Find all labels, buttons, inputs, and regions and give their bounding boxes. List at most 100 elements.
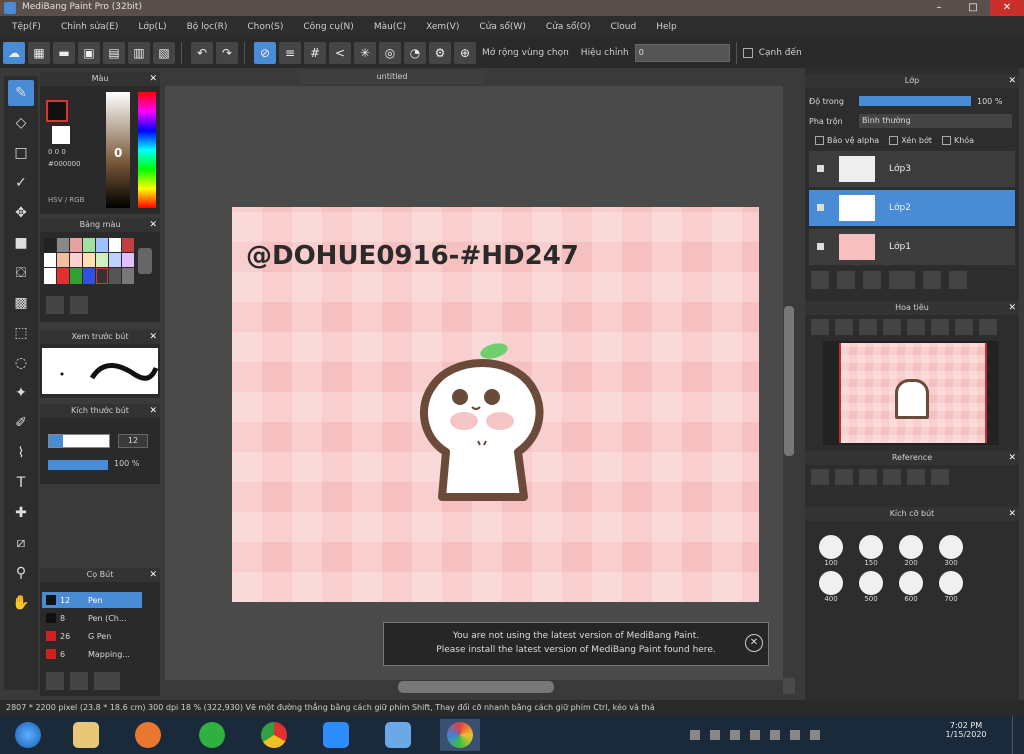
palette-swatch[interactable] [57, 253, 69, 267]
brush-size-cell[interactable]: 600 [891, 571, 931, 603]
taskbar-app[interactable] [316, 719, 356, 751]
image-icon[interactable]: ▣ [78, 42, 100, 64]
brush-size-cell[interactable]: 400 [811, 571, 851, 603]
taskbar-app[interactable] [66, 719, 106, 751]
panel-close-icon[interactable]: ✕ [1008, 74, 1016, 88]
menu-tools[interactable]: Công cụ(N) [303, 22, 353, 32]
reset-rotation-icon[interactable] [979, 319, 997, 335]
layer-opacity-slider[interactable] [859, 96, 971, 106]
zoom-in-icon[interactable] [811, 319, 829, 335]
palette-swatch[interactable] [96, 253, 108, 267]
palette-swatch[interactable] [70, 268, 82, 284]
show-desktop-button[interactable] [1012, 716, 1024, 754]
tray-icon[interactable] [750, 730, 760, 740]
new-layer-icon[interactable] [811, 271, 829, 289]
tray-icon[interactable] [710, 730, 720, 740]
close-button[interactable]: ✕ [990, 0, 1024, 16]
palette-swatch[interactable] [109, 253, 121, 267]
gradient-tool-icon[interactable]: ▩ [8, 290, 34, 316]
tray-icon[interactable] [690, 730, 700, 740]
palette-swatch[interactable] [44, 238, 56, 252]
clipping-checkbox[interactable] [889, 135, 899, 145]
palette-swatch[interactable] [122, 238, 134, 252]
brush-item[interactable]: 8 Pen (Ch... [42, 610, 142, 626]
layer-menu-icon[interactable] [889, 271, 915, 289]
network-icon[interactable] [790, 730, 800, 740]
vanishing-snap-icon[interactable]: < [329, 42, 351, 64]
menu-edit[interactable]: Chỉnh sửa(E) [61, 22, 118, 32]
brush-opacity-slider[interactable] [48, 460, 108, 470]
palette-add-icon[interactable] [46, 296, 64, 314]
taskbar-app[interactable] [378, 719, 418, 751]
palette-swatch[interactable] [83, 268, 95, 284]
rotate-right-icon[interactable] [931, 319, 949, 335]
layer-row[interactable]: Lớp1 [809, 229, 1015, 265]
palette-swatch[interactable] [70, 253, 82, 267]
menu-help[interactable]: Help [656, 22, 677, 32]
move-tool-icon[interactable]: ✥ [8, 200, 34, 226]
merge-layer-icon[interactable] [863, 271, 881, 289]
brush-size-slider[interactable] [48, 434, 110, 448]
text-tool-icon[interactable]: T [8, 470, 34, 496]
start-button[interactable] [8, 719, 48, 751]
color-mode-toggle[interactable]: HSV / RGB [48, 196, 84, 204]
marquee-tool-icon[interactable]: ⬚ [8, 320, 34, 346]
palette-scrollbar[interactable] [138, 248, 152, 274]
folder-icon[interactable] [923, 271, 941, 289]
taskbar-app[interactable] [192, 719, 232, 751]
palette-swatch[interactable] [83, 253, 95, 267]
grid-icon[interactable]: ▤ [103, 42, 125, 64]
layer-blend-select[interactable]: Bình thường [859, 114, 1012, 128]
tray-icon[interactable] [730, 730, 740, 740]
layer-visibility-icon[interactable] [817, 204, 824, 211]
panel-close-icon[interactable]: ✕ [1008, 507, 1016, 521]
panel-close-icon[interactable]: ✕ [149, 330, 157, 344]
correction-select[interactable]: 0 [634, 44, 730, 62]
palette-swatch[interactable] [83, 238, 95, 252]
palette-swatch[interactable] [109, 238, 121, 252]
brush-size-cell[interactable]: 100 [811, 535, 851, 567]
panel-close-icon[interactable]: ✕ [149, 404, 157, 418]
fit-icon[interactable] [859, 319, 877, 335]
operation-tool-icon[interactable]: ✚ [8, 500, 34, 526]
reference-zoom-out-icon[interactable] [931, 469, 949, 485]
bucket-tool-icon[interactable]: ⛋ [8, 260, 34, 286]
hand-tool-icon[interactable]: ✋ [8, 590, 34, 616]
reference-settings-icon[interactable] [811, 469, 829, 485]
snap-checkbox[interactable] [742, 48, 753, 58]
update-notice[interactable]: You are not using the latest version of … [383, 622, 769, 666]
target-icon[interactable]: ⊕ [454, 42, 476, 64]
zoom-out-icon[interactable] [835, 319, 853, 335]
duplicate-layer-icon[interactable] [837, 271, 855, 289]
divide-tool-icon[interactable]: ⧄ [8, 530, 34, 556]
menu-file[interactable]: Tệp(F) [12, 22, 41, 32]
brush-item[interactable]: 12 Pen [42, 592, 142, 608]
eyedropper-tool-icon[interactable]: ⌇ [8, 440, 34, 466]
reference-close-icon[interactable] [859, 469, 877, 485]
palette-swatch[interactable] [57, 268, 69, 284]
dropper-tool-icon[interactable]: ⚲ [8, 560, 34, 586]
undo-icon[interactable]: ↶ [191, 42, 213, 64]
delete-layer-icon[interactable] [949, 271, 967, 289]
settings-icon[interactable]: ⚙ [429, 42, 451, 64]
brush-size-cell[interactable]: 500 [851, 571, 891, 603]
taskbar-app[interactable] [128, 719, 168, 751]
layer-row[interactable]: Lớp2 [809, 190, 1015, 226]
curve-snap-icon[interactable]: ◔ [404, 42, 426, 64]
select-tool-icon[interactable]: ✓ [8, 170, 34, 196]
alpha-protect-checkbox[interactable] [815, 135, 824, 145]
rectangle-tool-icon[interactable]: □ [8, 140, 34, 166]
menu-cloud[interactable]: Cloud [611, 22, 637, 32]
canvas-tab[interactable]: untitled [300, 70, 484, 84]
palette-swatch[interactable] [109, 268, 121, 284]
maximize-button[interactable]: □ [956, 0, 990, 16]
reference-zoom-in-icon[interactable] [883, 469, 901, 485]
lock-checkbox[interactable] [941, 135, 951, 145]
circle-snap-icon[interactable]: ◎ [379, 42, 401, 64]
menu-color[interactable]: Màu(C) [374, 22, 406, 32]
hue-bar[interactable] [138, 92, 156, 208]
palette-swatch[interactable] [44, 268, 56, 284]
eraser-tool-icon[interactable]: ◇ [8, 110, 34, 136]
palette-swatch[interactable] [44, 253, 56, 267]
brush-new-icon[interactable] [70, 672, 88, 690]
